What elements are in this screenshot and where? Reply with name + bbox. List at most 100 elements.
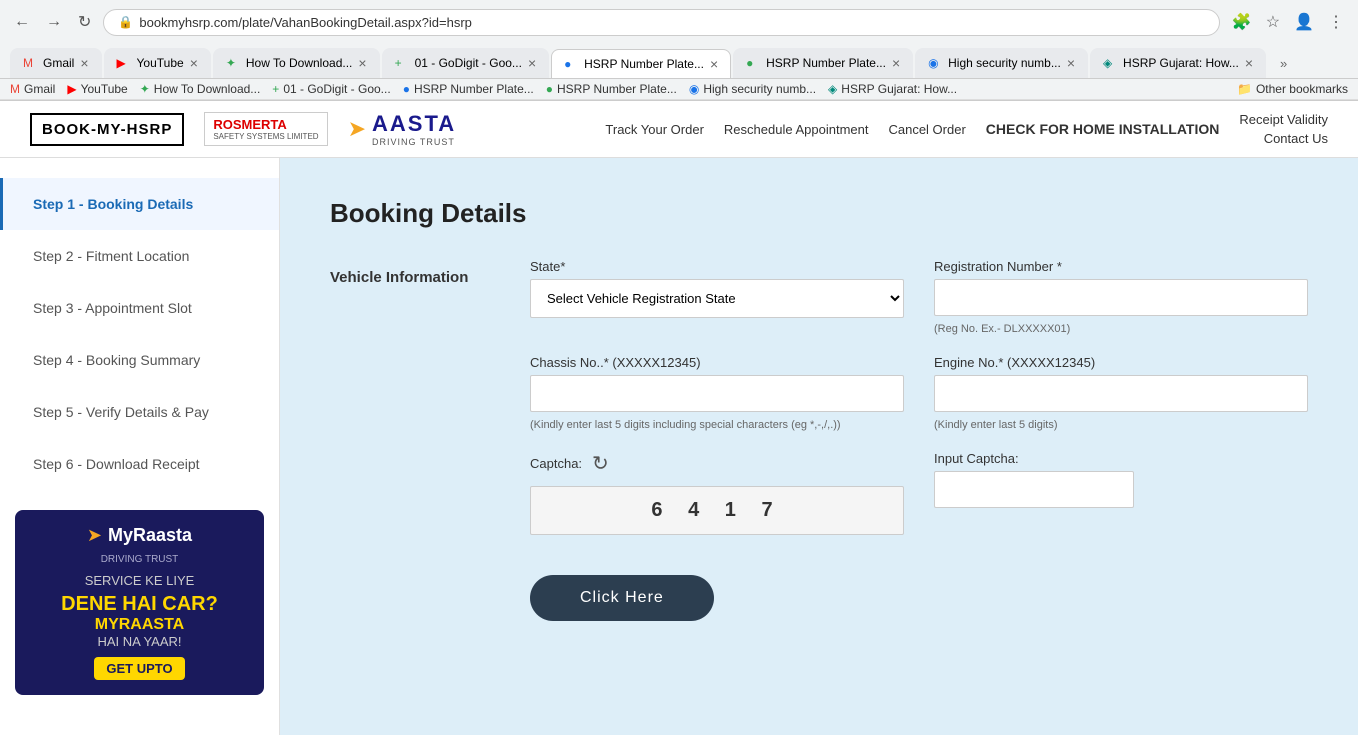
main-content: Booking Details Vehicle Information Stat…: [280, 158, 1358, 735]
logo-aasta: ➤ AASTA DRIVING TRUST: [348, 111, 457, 147]
tab-godigit[interactable]: + 01 - GoDigit - Goo... ×: [382, 48, 550, 78]
sidebar-step-5[interactable]: Step 5 - Verify Details & Pay: [0, 386, 279, 438]
nav-track-order[interactable]: Track Your Order: [605, 122, 704, 137]
bookmarks-bar: M Gmail ▶ YouTube ✦ How To Download... +…: [0, 79, 1358, 100]
other-bookmarks[interactable]: 📁 Other bookmarks: [1237, 82, 1348, 96]
ad-cta2: HAI NA YAAR!: [30, 634, 249, 649]
aasta-sub: DRIVING TRUST: [372, 137, 456, 147]
nav-cancel-order[interactable]: Cancel Order: [888, 122, 965, 137]
engine-hint: (Kindly enter last 5 digits): [934, 419, 1308, 431]
tab-godigit-label: 01 - GoDigit - Goo...: [415, 56, 522, 70]
tabs-bar: M Gmail × ▶ YouTube × ✦ How To Download.…: [0, 44, 1358, 79]
bookmark-hsrp1-icon: ●: [403, 82, 410, 96]
input-captcha-input[interactable]: [934, 471, 1134, 508]
tab-security[interactable]: ◉ High security numb... ×: [915, 48, 1088, 78]
other-bookmarks-label: Other bookmarks: [1256, 82, 1348, 96]
page: BOOK-MY-HSRP ROSMERTA SAFETY SYSTEMS LIM…: [0, 101, 1358, 735]
submit-button[interactable]: Click Here: [530, 575, 714, 621]
refresh-button[interactable]: ↻: [74, 8, 95, 36]
extensions-button[interactable]: 🧩: [1228, 8, 1256, 36]
chassis-group: Chassis No..* (XXXXX12345) (Kindly enter…: [530, 355, 904, 431]
bookmark-hsrp2-icon: ●: [546, 82, 553, 96]
reg-number-input[interactable]: [934, 279, 1308, 316]
bookmark-hsrp1[interactable]: ● HSRP Number Plate...: [403, 82, 534, 96]
engine-input[interactable]: [934, 375, 1308, 412]
menu-button[interactable]: ⋮: [1324, 8, 1348, 36]
tab-hsrp-active-close[interactable]: ×: [710, 56, 718, 72]
bookmark-howto[interactable]: ✦ How To Download...: [140, 82, 261, 96]
captcha-group: Captcha: ↻ 6 4 1 7: [530, 451, 904, 535]
address-bar[interactable]: 🔒 bookmyhsrp.com/plate/VahanBookingDetai…: [103, 9, 1219, 36]
sidebar-step-6[interactable]: Step 6 - Download Receipt: [0, 438, 279, 490]
back-button[interactable]: ←: [10, 9, 34, 35]
bookmark-hsrp2[interactable]: ● HSRP Number Plate...: [546, 82, 677, 96]
bookmark-godigit[interactable]: + 01 - GoDigit - Goo...: [272, 82, 390, 96]
tab-youtube[interactable]: ▶ YouTube ×: [104, 48, 211, 78]
rosmerta-sub: SAFETY SYSTEMS LIMITED: [213, 132, 318, 141]
myraasta-brand: MyRaasta: [108, 525, 192, 546]
captcha-refresh-button[interactable]: ↻: [592, 451, 609, 476]
bookmark-high-security[interactable]: ◉ High security numb...: [689, 82, 816, 96]
sidebar-step-2[interactable]: Step 2 - Fitment Location: [0, 230, 279, 282]
tab-gmail[interactable]: M Gmail ×: [10, 48, 102, 78]
nav-contact-us[interactable]: Contact Us: [1264, 131, 1328, 146]
sidebar-step-1[interactable]: Step 1 - Booking Details: [0, 178, 279, 230]
captcha-display: 6 4 1 7: [530, 486, 904, 535]
hsrp2-favicon: ●: [746, 56, 760, 70]
youtube-favicon: ▶: [117, 56, 131, 70]
submit-row: Click Here: [530, 555, 1308, 621]
nav-home-installation[interactable]: CHECK FOR HOME INSTALLATION: [986, 121, 1220, 137]
bookmark-godigit-label: 01 - GoDigit - Goo...: [283, 82, 390, 96]
security-favicon: ◉: [928, 56, 942, 70]
page-title: Booking Details: [330, 198, 1308, 229]
sidebar-step-4[interactable]: Step 4 - Booking Summary: [0, 334, 279, 386]
sidebar: Step 1 - Booking Details Step 2 - Fitmen…: [0, 158, 280, 735]
bookmark-howto-icon: ✦: [140, 82, 150, 96]
bookmark-hsrp2-label: HSRP Number Plate...: [557, 82, 677, 96]
reg-number-hint: (Reg No. Ex.- DLXXXXX01): [934, 323, 1308, 335]
bookmark-security-icon: ◉: [689, 82, 699, 96]
logo-book-hsrp: BOOK-MY-HSRP: [30, 113, 184, 146]
tab-hsrp2[interactable]: ● HSRP Number Plate... ×: [733, 48, 913, 78]
tab-gmail-close[interactable]: ×: [80, 55, 88, 71]
state-label: State*: [530, 259, 904, 274]
myraasta-icon: ➤: [87, 525, 102, 546]
ad-line1: SERVICE KE LIYE: [30, 573, 249, 588]
chassis-input[interactable]: [530, 375, 904, 412]
tab-hsrp2-close[interactable]: ×: [892, 55, 900, 71]
form-row-2: Chassis No..* (XXXXX12345) (Kindly enter…: [530, 355, 1308, 431]
main-layout: Step 1 - Booking Details Step 2 - Fitmen…: [0, 158, 1358, 735]
bookmark-security-label: High security numb...: [703, 82, 816, 96]
tab-hsrp-active[interactable]: ● HSRP Number Plate... ×: [551, 49, 731, 78]
myraasta-tagline: DRIVING TRUST: [30, 554, 249, 565]
tab-security-close[interactable]: ×: [1067, 55, 1075, 71]
bookmark-gmail[interactable]: M Gmail: [10, 82, 55, 96]
bookmark-gujarat-label: HSRP Gujarat: How...: [841, 82, 957, 96]
sidebar-step-3[interactable]: Step 3 - Appointment Slot: [0, 282, 279, 334]
bookmark-button[interactable]: ☆: [1262, 8, 1284, 36]
tab-howto-label: How To Download...: [246, 56, 353, 70]
gmail-favicon: M: [23, 56, 37, 70]
forward-button[interactable]: →: [42, 9, 66, 35]
tab-gujarat-close[interactable]: ×: [1245, 55, 1253, 71]
engine-label: Engine No.* (XXXXX12345): [934, 355, 1308, 370]
tab-gujarat[interactable]: ◈ HSRP Gujarat: How... ×: [1090, 48, 1266, 78]
input-captcha-label: Input Captcha:: [934, 451, 1308, 466]
bookmark-gmail-label: Gmail: [24, 82, 55, 96]
tab-hsrp-active-label: HSRP Number Plate...: [584, 57, 704, 71]
form-row-1: State* Select Vehicle Registration State…: [530, 259, 1308, 335]
bookmark-youtube[interactable]: ▶ YouTube: [67, 82, 127, 96]
bookmark-gujarat-icon: ◈: [828, 82, 837, 96]
tab-youtube-close[interactable]: ×: [190, 55, 198, 71]
bookmark-gujarat[interactable]: ◈ HSRP Gujarat: How...: [828, 82, 957, 96]
state-group: State* Select Vehicle Registration State…: [530, 259, 904, 318]
nav-receipt-validity[interactable]: Receipt Validity: [1239, 112, 1328, 127]
state-select[interactable]: Select Vehicle Registration State Andhra…: [530, 279, 904, 318]
tab-godigit-close[interactable]: ×: [528, 55, 536, 71]
tab-howto-close[interactable]: ×: [358, 55, 366, 71]
tab-howto[interactable]: ✦ How To Download... ×: [213, 48, 380, 78]
tabs-more[interactable]: »: [1274, 52, 1293, 75]
nav-reschedule[interactable]: Reschedule Appointment: [724, 122, 869, 137]
profile-button[interactable]: 👤: [1290, 8, 1318, 36]
form-fields: State* Select Vehicle Registration State…: [530, 259, 1308, 621]
